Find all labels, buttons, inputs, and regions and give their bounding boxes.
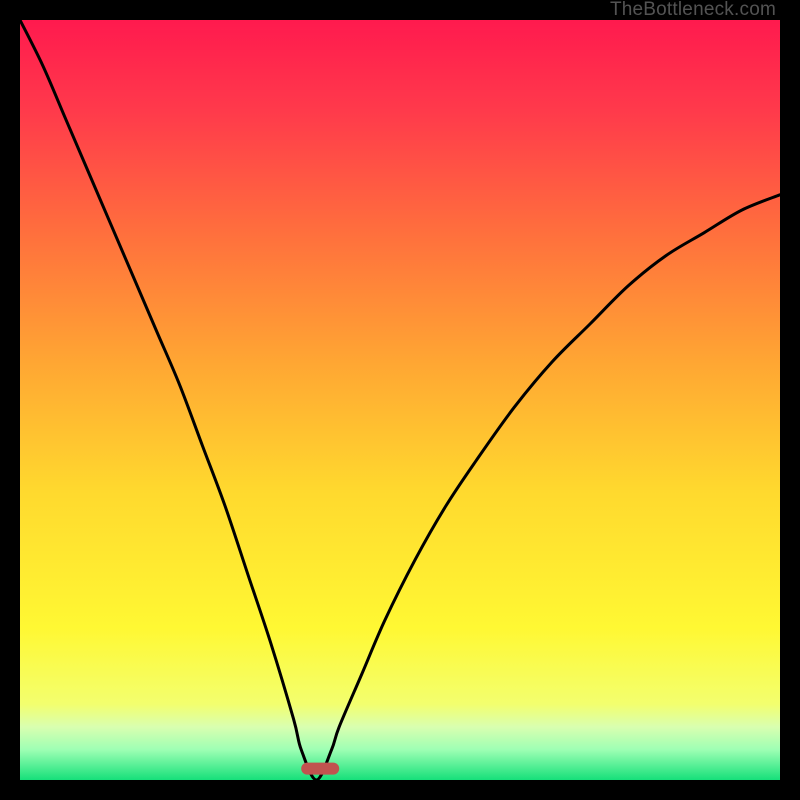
- optimum-marker: [301, 763, 339, 775]
- gradient-background: [20, 20, 780, 780]
- watermark-text: TheBottleneck.com: [610, 0, 776, 20]
- chart-svg: [20, 20, 780, 780]
- chart-frame: [20, 20, 780, 780]
